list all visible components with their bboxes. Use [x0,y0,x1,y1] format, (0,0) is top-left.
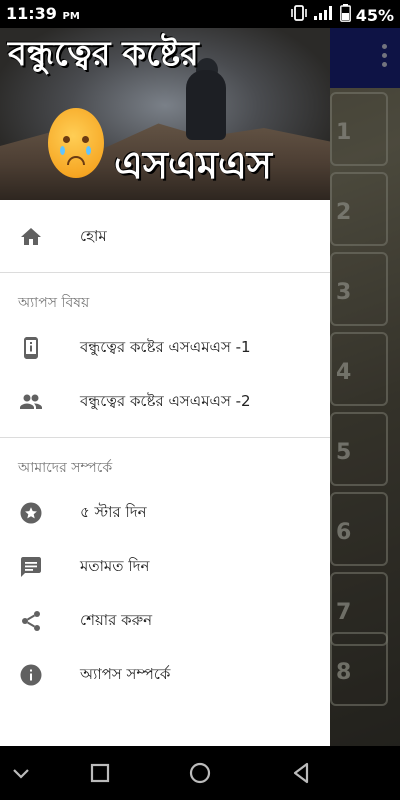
menu-item-label: শেয়ার করুন [80,610,153,629]
status-bar: 11:39 PM 45% [0,0,400,28]
menu-item-home[interactable]: হোম [0,210,330,264]
status-time: 11:39 PM [6,4,80,23]
star-icon [19,501,43,525]
menu-item-sms-2[interactable]: বন্ধুত্বের কষ্টের এসএমএস -2 [0,375,330,429]
header-title-bottom: এসএমএস [114,143,273,187]
menu-item-about[interactable]: অ্যাপস সম্পর্কে [0,648,330,702]
menu-item-label: মতামত দিন [80,556,150,575]
status-time-ampm: PM [62,11,80,22]
info-icon [19,663,43,687]
back-chevron-icon[interactable] [8,760,34,786]
battery-percent: 45% [355,5,394,25]
navigation-drawer: বন্ধুত্বের কষ্টের এসএমএস হোম অ্যাপস বিষয… [0,28,330,746]
status-time-value: 11:39 [6,4,57,23]
home-circle-icon[interactable] [187,760,213,786]
menu-item-label: হোম [80,226,107,245]
signal-icon [313,5,335,25]
section-title-about: আমাদের সম্পর্কে [18,460,113,476]
system-navigation-bar [0,746,400,800]
menu-item-label: অ্যাপস সম্পর্কে [80,664,171,683]
battery-icon [339,4,351,26]
menu-item-sms-1[interactable]: বন্ধুত্বের কষ্টের এসএমএস -1 [0,321,330,375]
menu-item-feedback[interactable]: মতামত দিন [0,540,330,594]
back-triangle-icon[interactable] [288,760,314,786]
menu-item-rate[interactable]: ৫ স্টার দিন [0,486,330,540]
menu-item-share[interactable]: শেয়ার করুন [0,594,330,648]
menu-item-label: বন্ধুত্বের কষ্টের এসএমএস -2 [80,391,251,410]
home-icon [19,225,43,249]
header-title-top: বন্ধুত্বের কষ্টের [8,34,199,74]
menu-item-label: বন্ধুত্বের কষ্টের এসএমএস -1 [80,337,251,356]
crying-face-icon [48,108,104,178]
vibrate-icon [290,5,308,25]
menu-item-label: ৫ স্টার দিন [80,502,147,521]
recents-icon[interactable] [87,760,113,786]
status-icons: 45% [290,4,394,26]
people-icon [19,390,43,414]
section-title-apps: অ্যাপস বিষয় [18,295,90,311]
share-icon [19,609,43,633]
drawer-menu: হোম অ্যাপস বিষয় বন্ধুত্বের কষ্টের এসএমএ… [0,210,330,702]
feedback-icon [19,555,43,579]
drawer-header: বন্ধুত্বের কষ্টের এসএমএস [0,28,330,200]
phone-info-icon [19,336,43,360]
